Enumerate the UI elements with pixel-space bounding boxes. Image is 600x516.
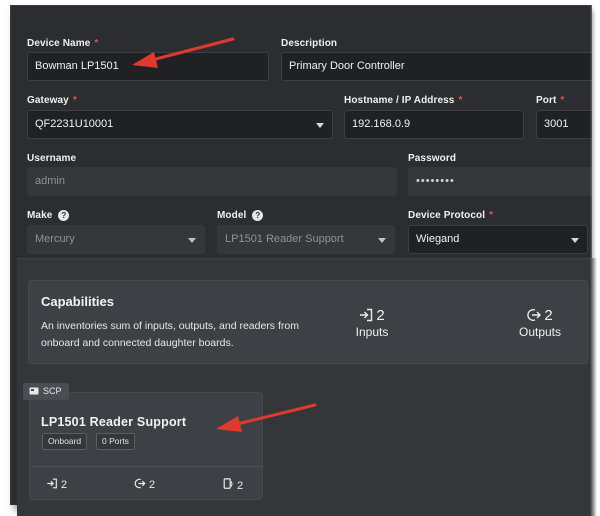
password-label: Password bbox=[408, 153, 457, 164]
capabilities-title: Capabilities bbox=[41, 294, 114, 309]
chevron-down-icon bbox=[571, 238, 579, 243]
reader-icon bbox=[223, 478, 233, 489]
help-icon[interactable]: ? bbox=[58, 210, 70, 221]
capabilities-card: Capabilities An inventories sum of input… bbox=[28, 280, 588, 364]
port-label: Port * bbox=[536, 95, 565, 106]
capabilities-description: An inventories sum of inputs, outputs, a… bbox=[41, 320, 299, 349]
hostname-input[interactable]: 192.168.0.9 bbox=[344, 110, 524, 139]
outputs-stat: 2 Outputs bbox=[518, 307, 562, 339]
description-label: Description bbox=[281, 38, 338, 49]
hostname-label: Hostname / IP Address * bbox=[344, 95, 463, 106]
make-select[interactable]: Mercury bbox=[27, 225, 205, 254]
board-outputs: 2 bbox=[134, 478, 155, 491]
board-title: LP1501 Reader Support bbox=[41, 415, 187, 429]
device-protocol-label: Device Protocol * bbox=[408, 210, 494, 221]
output-arrow-icon bbox=[134, 478, 146, 489]
gateway-select[interactable]: QF2231U10001 bbox=[27, 110, 333, 139]
device-name-label: Device Name * bbox=[27, 38, 99, 49]
scp-tag: SCP bbox=[23, 383, 69, 400]
board-inputs: 2 bbox=[46, 478, 67, 491]
port-input[interactable]: 3001 bbox=[536, 110, 592, 139]
chevron-down-icon bbox=[188, 238, 196, 243]
inputs-stat: 2 Inputs bbox=[355, 307, 389, 339]
device-name-input[interactable]: Bowman LP1501 bbox=[27, 52, 269, 81]
output-arrow-icon bbox=[527, 309, 542, 321]
divider bbox=[30, 466, 262, 467]
make-label: Make? bbox=[27, 210, 70, 221]
model-select[interactable]: LP1501 Reader Support bbox=[217, 225, 395, 254]
onboard-chip: Onboard bbox=[42, 433, 88, 450]
description-input[interactable]: Primary Door Controller bbox=[281, 52, 592, 81]
input-arrow-icon bbox=[360, 308, 373, 322]
username-label: Username bbox=[27, 153, 77, 164]
username-input[interactable]: admin bbox=[27, 167, 397, 196]
torn-edge bbox=[590, 0, 600, 516]
gateway-label: Gateway * bbox=[27, 95, 77, 106]
model-label: Model? bbox=[217, 210, 264, 221]
board-icon bbox=[29, 387, 39, 395]
ports-chip: 0 Ports bbox=[96, 433, 135, 450]
chevron-down-icon bbox=[316, 123, 324, 128]
board-card[interactable]: LP1501 Reader Support Onboard 0 Ports 2 … bbox=[29, 392, 263, 500]
password-input[interactable]: •••••••• bbox=[408, 167, 592, 196]
input-arrow-icon bbox=[47, 478, 57, 489]
help-icon[interactable]: ? bbox=[252, 210, 264, 221]
device-protocol-select[interactable]: Wiegand bbox=[408, 225, 588, 254]
board-readers: 2 bbox=[223, 478, 243, 492]
chevron-down-icon bbox=[378, 238, 386, 243]
